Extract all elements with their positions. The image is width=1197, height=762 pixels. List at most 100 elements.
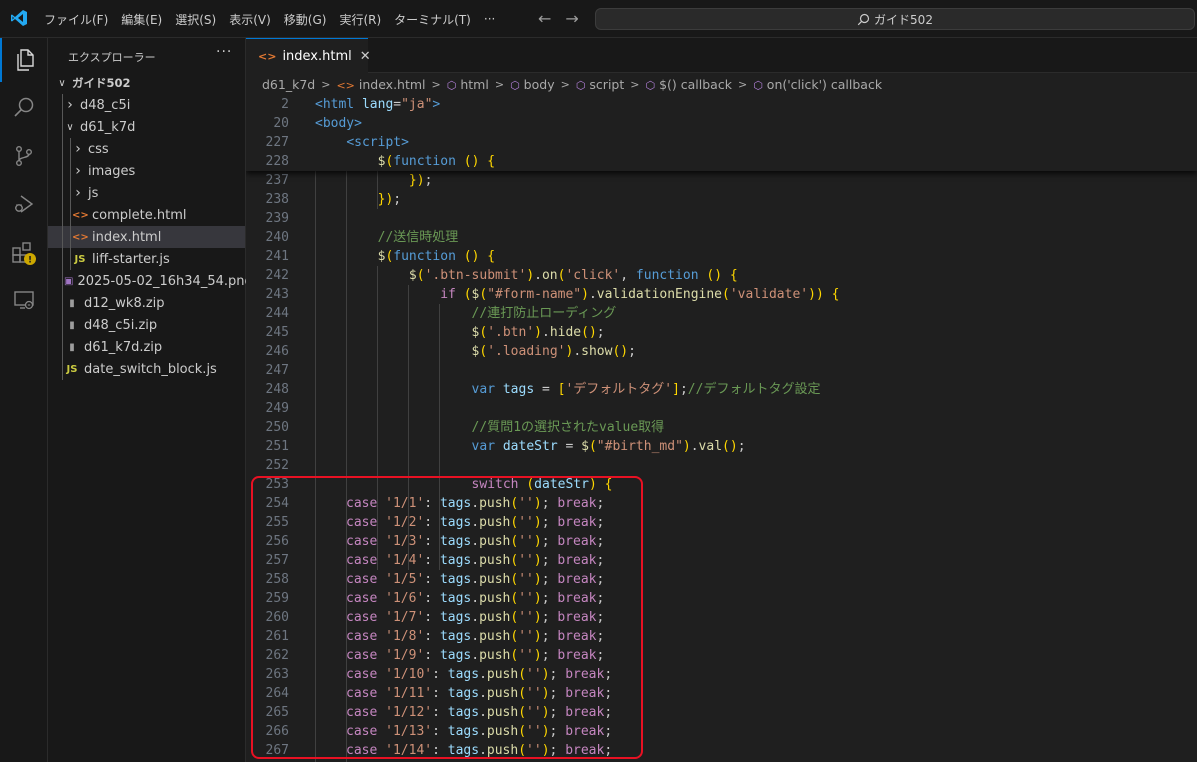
code-line[interactable]: 237 }); [246,171,1197,190]
explorer-title: エクスプローラー [68,51,156,64]
line-number: 238 [265,192,289,207]
code-line[interactable]: 239 [246,209,1197,228]
tree-item[interactable]: › js [48,182,245,204]
code-line[interactable]: 2 <html lang="ja"> [246,95,1197,114]
line-number: 228 [265,154,289,169]
tree-item-label: d48_c5i.zip [84,317,158,333]
activity-search[interactable] [0,86,48,130]
tree-item-label: ガイド502 [72,76,131,90]
activity-source-control[interactable] [0,134,48,178]
tree-item-label: d48_c5i [80,97,131,113]
line-number: 247 [265,363,289,378]
tab-close-icon[interactable]: ✕ [360,49,371,64]
code-text: $('.btn').hide(); [471,325,605,340]
tree-item[interactable]: <> index.html [48,226,245,248]
code-line[interactable]: 247 [246,361,1197,380]
back-arrow-icon[interactable]: ← [538,9,551,28]
code-line[interactable]: 248 var tags = ['デフォルトタグ'];//デフォルトタグ設定 [246,380,1197,399]
navigation-arrows: ← → [538,9,579,28]
code-line[interactable]: 238 }); [246,190,1197,209]
code-text: if ($("#form-name").validationEngine('va… [440,287,840,302]
activity-run-debug[interactable] [0,182,48,226]
tab-index-html[interactable]: <> index.html ✕ [246,38,371,73]
extensions-icon: ! [12,242,36,266]
code-line[interactable]: 228 $(function () { [246,152,1197,171]
forward-arrow-icon[interactable]: → [565,9,578,28]
explorer-more-actions-icon[interactable]: ··· [216,44,232,60]
code-text: $('.btn-submit').on('click', function ()… [408,268,738,283]
code-line[interactable]: 249 [246,399,1197,418]
menu-item-6[interactable]: ターミナル(T) [394,11,471,28]
line-number: 252 [265,458,289,473]
breadcrumb-item[interactable]: d61_k7d [262,77,315,92]
tree-item[interactable]: ▣ 2025-05-02_16h34_54.png [48,270,253,292]
tree-item[interactable]: ▮ d48_c5i.zip [48,314,245,336]
element-icon: ⬡ [510,78,520,92]
line-number: 242 [265,268,289,283]
command-center-search[interactable]: ガイド502 [595,8,1195,30]
code-line[interactable]: 244 //連打防止ローディング [246,304,1197,323]
tree-item[interactable]: JS date_switch_block.js [48,358,245,380]
function-icon: ⬡ [645,78,656,92]
breadcrumb-item[interactable]: ⬡ script [576,77,624,92]
element-icon: ⬡ [446,78,457,92]
menu-item-5[interactable]: 実行(R) [339,11,381,28]
tree-item-label: date_switch_block.js [84,361,217,377]
code-line[interactable]: 246 $('.loading').show(); [246,342,1197,361]
element-icon: ⬡ [575,78,586,92]
breadcrumb-label: on('click') callback [766,76,883,92]
breadcrumb-item[interactable]: ⬡ html [447,77,489,92]
breadcrumb-item[interactable]: ⬡ $() callback [645,77,731,92]
function-icon: ⬡ [753,78,763,92]
tree-item-label: css [88,141,109,157]
menu-item-7[interactable]: ··· [484,12,495,26]
line-number: 245 [265,325,289,340]
code-line[interactable]: 243 if ($("#form-name").validationEngine… [246,285,1197,304]
menu-item-0[interactable]: ファイル(F) [44,11,108,28]
code-line[interactable]: 242 $('.btn-submit').on('click', functio… [246,266,1197,285]
line-number: 243 [265,287,289,302]
activity-explorer[interactable] [0,38,48,82]
breadcrumb-label: $() callback [659,76,732,92]
menu-item-3[interactable]: 表示(V) [229,11,271,28]
tree-item[interactable]: › d48_c5i [48,94,245,116]
code-line[interactable]: 241 $(function () { [246,247,1197,266]
line-number: 249 [265,401,289,416]
tree-item[interactable]: <> complete.html [48,204,245,226]
code-text: var tags = ['デフォルトタグ'];//デフォルトタグ設定 [471,382,821,397]
menu-item-2[interactable]: 選択(S) [175,11,216,28]
menu-item-1[interactable]: 編集(E) [121,11,162,28]
tree-item[interactable]: ∨ d61_k7d [48,116,245,138]
activity-extensions[interactable]: ! [0,230,48,274]
code-line[interactable]: 250 //質問1の選択されたvalue取得 [246,418,1197,437]
js-file-icon: JS [74,253,86,265]
line-number: 246 [265,344,289,359]
menu-item-4[interactable]: 移動(G) [284,11,327,28]
remote-explorer-icon [14,291,34,310]
code-text: <html lang="ja"> [315,97,441,112]
tree-item-label: index.html [92,229,162,245]
tree-item[interactable]: JS liff-starter.js [48,248,245,270]
tree-item[interactable]: › css [48,138,245,160]
code-line[interactable]: 252 [246,456,1197,475]
svg-text:!: ! [28,256,32,266]
breadcrumb-item[interactable]: ⬡ body [510,77,555,92]
breadcrumb-separator-icon: > [630,77,640,91]
code-line[interactable]: 240 //送信時処理 [246,228,1197,247]
code-line[interactable]: 227 <script> [246,133,1197,152]
tree-item[interactable]: › images [48,160,245,182]
breadcrumb-item[interactable]: <> index.html [336,77,425,92]
vscode-logo-icon [11,10,27,26]
tree-item[interactable]: ∨ ガイド502 [48,72,245,94]
code-line[interactable]: 245 $('.btn').hide(); [246,323,1197,342]
activity-remote-explorer[interactable] [0,278,48,322]
code-line[interactable]: 20 <body> [246,114,1197,133]
tree-item[interactable]: ▮ d12_wk8.zip [48,292,245,314]
code-line[interactable]: 251 var dateStr = $("#birth_md").val(); [246,437,1197,456]
highlight-box [251,476,643,759]
tree-item[interactable]: ▮ d61_k7d.zip [48,336,245,358]
code-text: //質問1の選択されたvalue取得 [471,420,665,435]
menu-bar: ファイル(F) 編集(E) 選択(S) 表示(V) 移動(G) 実行(R) ターミナル(T)… [44,0,508,38]
breadcrumb-item[interactable]: ⬡ on('click') callback [753,77,882,92]
editor-tabs: <> index.html ✕ [246,38,1197,73]
